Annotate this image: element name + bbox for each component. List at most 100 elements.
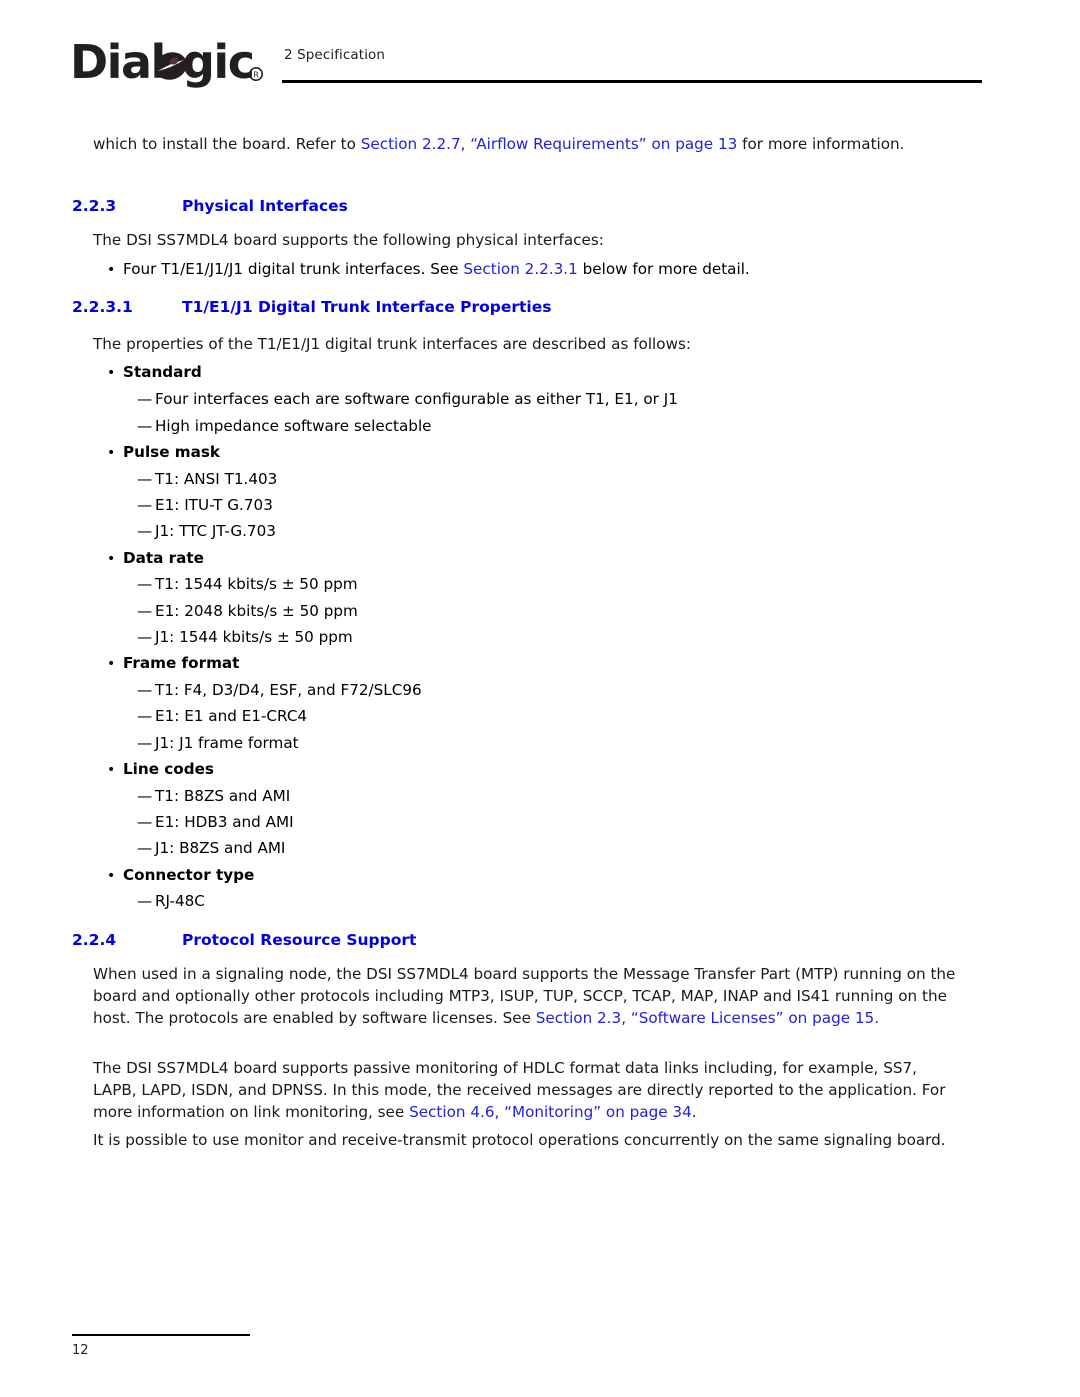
bullet-glyph: • (107, 262, 116, 278)
heading-2-2-4-number: 2.2.4 (72, 931, 117, 949)
property-data-rate-item: — E1: 2048 kbits/s ± 50 ppm (137, 600, 937, 622)
heading-2-2-3-1: 2.2.3.1 T1/E1/J1 Digital Trunk Interface … (72, 297, 972, 316)
em-dash-glyph: — (137, 575, 153, 593)
link-monitoring[interactable]: Section 4.6, “Monitoring” on page 34 (409, 1103, 692, 1121)
section-224-paragraph-3: It is possible to use monitor and receiv… (93, 1131, 946, 1149)
property-pulse-mask-label: Pulse mask (123, 443, 220, 461)
property-standard-item-text: Four interfaces each are software config… (155, 390, 678, 408)
bullet-glyph: • (107, 868, 116, 884)
property-standard: • Standard (107, 361, 967, 383)
property-line-codes-item: — E1: HDB3 and AMI (137, 811, 937, 833)
property-standard-item: — High impedance software selectable (137, 415, 937, 437)
bullet-trunk-interfaces-text: Four T1/E1/J1/J1 digital trunk interface… (123, 258, 967, 280)
em-dash-glyph: — (137, 839, 153, 857)
heading-2-2-4: 2.2.4 Protocol Resource Support (72, 930, 972, 949)
property-pulse-mask-item: — J1: TTC JT-G.703 (137, 520, 937, 542)
property-connector-type-item: — RJ-48C (137, 890, 937, 912)
property-pulse-mask-item: — T1: ANSI T1.403 (137, 468, 937, 490)
bullet-text-after: below for more detail. (577, 260, 750, 278)
property-frame-format-item: — T1: F4, D3/D4, ESF, and F72/SLC96 (137, 679, 937, 701)
heading-2-2-3: 2.2.3 Physical Interfaces (72, 196, 972, 215)
running-head: 2 Specification (284, 47, 386, 63)
property-data-rate-label: Data rate (123, 549, 204, 567)
property-frame-format-item-text: E1: E1 and E1-CRC4 (155, 707, 308, 725)
heading-2-2-3-1-title: T1/E1/J1 Digital Trunk Interface Propert… (182, 298, 552, 316)
paragraph-2-text-after: . (691, 1103, 697, 1121)
svg-text:Dial: Dial (70, 38, 165, 89)
bullet-glyph: • (107, 762, 116, 778)
section-223-lead-in: The DSI SS7MDL4 board supports the follo… (93, 231, 604, 249)
property-data-rate-item-text: T1: 1544 kbits/s ± 50 ppm (155, 575, 358, 593)
svg-text:gic: gic (182, 38, 253, 89)
property-line-codes-item: — J1: B8ZS and AMI (137, 837, 937, 859)
heading-2-2-3-title: Physical Interfaces (182, 197, 348, 215)
property-pulse-mask-item-text: E1: ITU-T G.703 (155, 496, 273, 514)
heading-2-2-3-1-number: 2.2.3.1 (72, 298, 133, 316)
page-number: 12 (72, 1343, 89, 1358)
em-dash-glyph: — (137, 892, 153, 910)
intro-text-before: which to install the board. Refer to (93, 135, 361, 153)
em-dash-glyph: — (137, 496, 153, 514)
em-dash-glyph: — (137, 390, 153, 408)
em-dash-glyph: — (137, 681, 153, 699)
property-frame-format-item-text: T1: F4, D3/D4, ESF, and F72/SLC96 (155, 681, 422, 699)
heading-2-2-3-number: 2.2.3 (72, 197, 117, 215)
dialogic-logo: Dial gic R (70, 38, 270, 90)
property-line-codes: • Line codes (107, 758, 967, 780)
property-frame-format-item: — E1: E1 and E1-CRC4 (137, 705, 937, 727)
bullet-glyph: • (107, 445, 116, 461)
heading-2-2-4-title: Protocol Resource Support (182, 931, 417, 949)
property-standard-item: — Four interfaces each are software conf… (137, 388, 937, 410)
property-pulse-mask-item: — E1: ITU-T G.703 (137, 494, 937, 516)
bullet-trunk-interfaces: • Four T1/E1/J1/J1 digital trunk interfa… (107, 258, 967, 280)
property-standard-label: Standard (123, 363, 202, 381)
intro-text-after: for more information. (737, 135, 905, 153)
em-dash-glyph: — (137, 787, 153, 805)
em-dash-glyph: — (137, 522, 153, 540)
property-connector-type: • Connector type (107, 864, 967, 886)
property-frame-format-item: — J1: J1 frame format (137, 732, 937, 754)
property-line-codes-item-text: T1: B8ZS and AMI (155, 787, 291, 805)
property-line-codes-label: Line codes (123, 760, 214, 778)
property-data-rate-item: — J1: 1544 kbits/s ± 50 ppm (137, 626, 937, 648)
property-frame-format: • Frame format (107, 652, 967, 674)
property-connector-type-item-text: RJ-48C (155, 892, 205, 910)
page-header: Dial gic R 2 Specification (0, 0, 1080, 105)
bullet-glyph: • (107, 551, 116, 567)
em-dash-glyph: — (137, 470, 153, 488)
em-dash-glyph: — (137, 602, 153, 620)
bullet-text-before: Four T1/E1/J1/J1 digital trunk interface… (123, 260, 464, 278)
property-line-codes-item-text: E1: HDB3 and AMI (155, 813, 294, 831)
property-data-rate: • Data rate (107, 547, 967, 569)
property-data-rate-item: — T1: 1544 kbits/s ± 50 ppm (137, 573, 937, 595)
link-airflow-requirements[interactable]: Section 2.2.7, “Airflow Requirements” on… (361, 135, 738, 153)
svg-text:R: R (253, 71, 259, 80)
property-line-codes-item-text: J1: B8ZS and AMI (155, 839, 286, 857)
link-section-2-2-3-1[interactable]: Section 2.2.3.1 (463, 260, 577, 278)
property-data-rate-item-text: E1: 2048 kbits/s ± 50 ppm (155, 602, 358, 620)
footer-divider (72, 1334, 250, 1336)
em-dash-glyph: — (137, 734, 153, 752)
property-line-codes-item: — T1: B8ZS and AMI (137, 785, 937, 807)
property-data-rate-item-text: J1: 1544 kbits/s ± 50 ppm (155, 628, 353, 646)
section-224-paragraph-1: When used in a signaling node, the DSI S… (93, 963, 959, 1029)
intro-paragraph: which to install the board. Refer to Sec… (93, 133, 959, 155)
bullet-glyph: • (107, 365, 116, 381)
em-dash-glyph: — (137, 707, 153, 725)
bullet-glyph: • (107, 656, 116, 672)
em-dash-glyph: — (137, 417, 153, 435)
header-divider (282, 80, 982, 83)
paragraph-1-text-after: . (874, 1009, 880, 1027)
dialogic-logo-icon: Dial gic R (70, 38, 264, 89)
property-connector-type-label: Connector type (123, 866, 255, 884)
section-224-paragraph-2: The DSI SS7MDL4 board supports passive m… (93, 1057, 959, 1123)
property-pulse-mask-item-text: T1: ANSI T1.403 (155, 470, 278, 488)
property-standard-item-text: High impedance software selectable (155, 417, 432, 435)
link-software-licenses[interactable]: Section 2.3, “Software Licenses” on page… (536, 1009, 874, 1027)
property-pulse-mask-item-text: J1: TTC JT-G.703 (155, 522, 276, 540)
property-frame-format-item-text: J1: J1 frame format (155, 734, 299, 752)
property-frame-format-label: Frame format (123, 654, 240, 672)
section-2231-lead-in: The properties of the T1/E1/J1 digital t… (93, 335, 692, 353)
em-dash-glyph: — (137, 813, 153, 831)
property-pulse-mask: • Pulse mask (107, 441, 967, 463)
